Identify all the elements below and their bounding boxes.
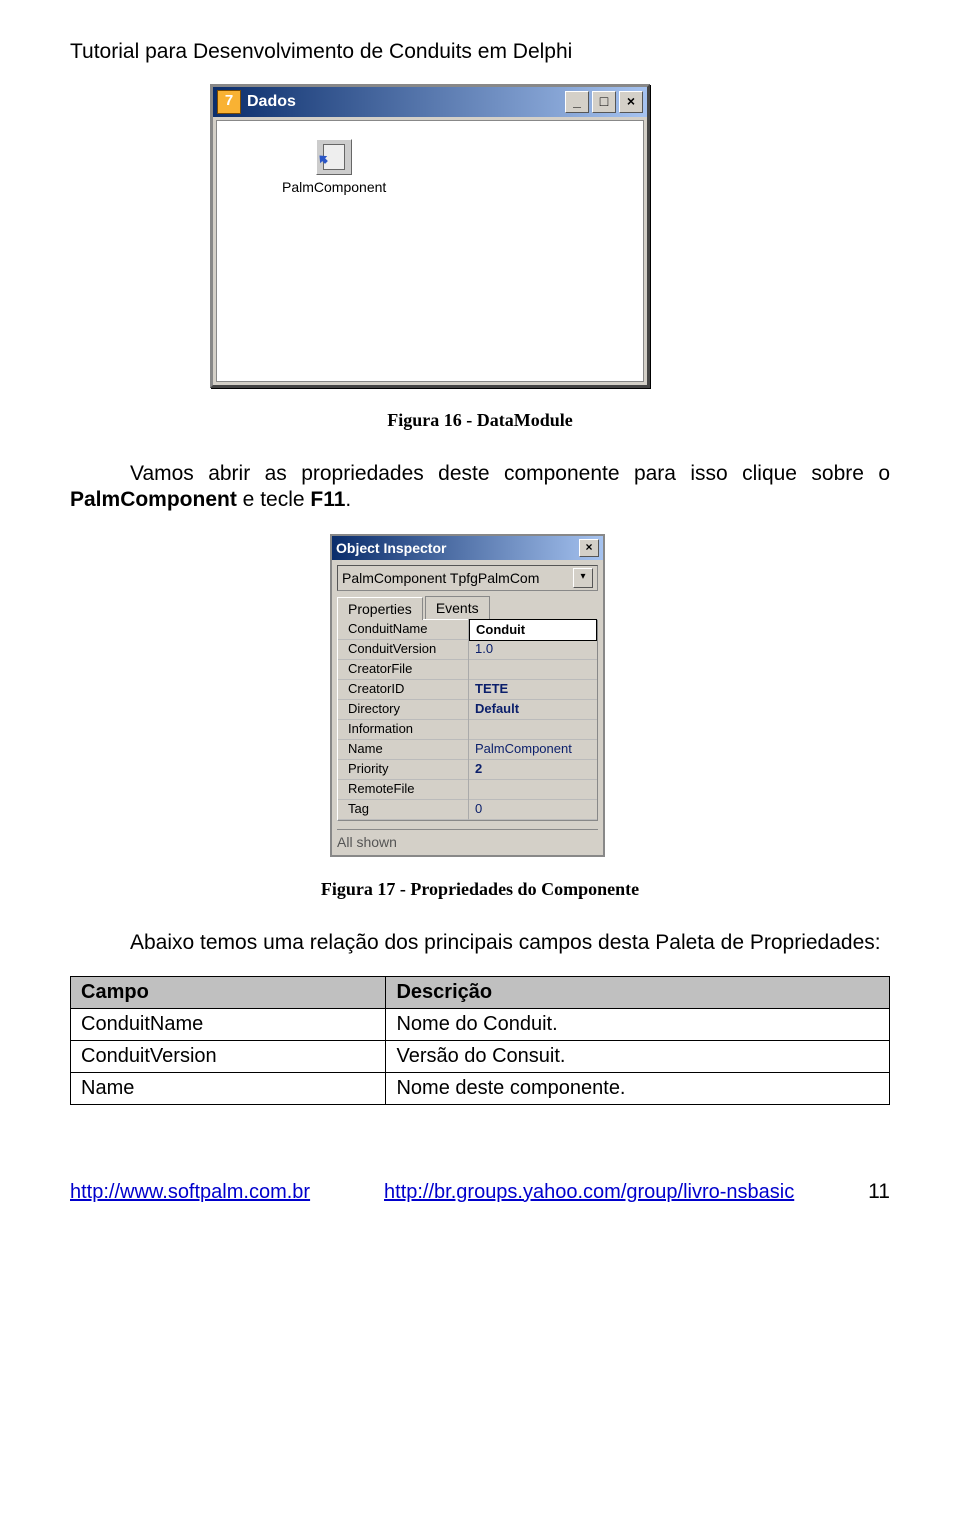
page-number: 11 — [868, 1180, 890, 1204]
properties-table: Campo Descrição ConduitName Nome do Cond… — [70, 976, 890, 1105]
close-button[interactable]: × — [619, 91, 643, 113]
dados-window-body: PalmComponent — [216, 120, 644, 382]
paragraph-2: Abaixo temos uma relação dos principais … — [70, 930, 890, 956]
inspector-property-grid: ConduitName Conduit ConduitVersion 1.0 C… — [337, 619, 598, 821]
prop-row-name[interactable]: Name PalmComponent — [338, 740, 597, 760]
paragraph-1: Vamos abrir as propriedades deste compon… — [70, 461, 890, 514]
object-inspector-window: Object Inspector × PalmComponent TpfgPal… — [330, 534, 605, 857]
table-header-descricao: Descrição — [386, 976, 890, 1008]
prop-row-information[interactable]: Information — [338, 720, 597, 740]
footer-link-softpalm[interactable]: http://www.softpalm.com.br — [70, 1181, 310, 1204]
tab-events[interactable]: Events — [425, 596, 490, 619]
dados-window: 7 Dados _ □ × PalmComponent — [210, 84, 650, 388]
inspector-object-dropdown[interactable]: PalmComponent TpfgPalmCom ▾ — [337, 565, 598, 591]
prop-row-conduitversion[interactable]: ConduitVersion 1.0 — [338, 640, 597, 660]
delphi-icon: 7 — [217, 90, 241, 114]
inspector-dropdown-label: PalmComponent TpfgPalmCom — [342, 570, 539, 586]
component-icon — [316, 139, 352, 175]
minimize-button[interactable]: _ — [565, 91, 589, 113]
dados-titlebar[interactable]: 7 Dados _ □ × — [213, 87, 647, 117]
prop-row-priority[interactable]: Priority 2 — [338, 760, 597, 780]
table-header-campo: Campo — [71, 976, 386, 1008]
table-header-row: Campo Descrição — [71, 976, 890, 1008]
footer-link-yahoo[interactable]: http://br.groups.yahoo.com/group/livro-n… — [384, 1181, 794, 1204]
palmcomponent-item[interactable]: PalmComponent — [282, 139, 386, 195]
inspector-titlebar[interactable]: Object Inspector × — [332, 536, 603, 560]
inspector-footer: All shown — [337, 829, 598, 850]
table-row: Name Nome deste componente. — [71, 1072, 890, 1104]
prop-row-creatorfile[interactable]: CreatorFile — [338, 660, 597, 680]
maximize-button[interactable]: □ — [592, 91, 616, 113]
prop-row-conduitname[interactable]: ConduitName Conduit — [338, 620, 597, 640]
inspector-title: Object Inspector — [336, 540, 579, 556]
prop-row-directory[interactable]: Directory Default — [338, 700, 597, 720]
figure17-caption: Figura 17 - Propriedades do Componente — [70, 879, 890, 900]
figure16-caption: Figura 16 - DataModule — [70, 410, 890, 431]
prop-row-tag[interactable]: Tag 0 — [338, 800, 597, 820]
page-footer: http://www.softpalm.com.br http://br.gro… — [70, 1180, 890, 1204]
prop-row-creatorid[interactable]: CreatorID TETE — [338, 680, 597, 700]
chevron-down-icon[interactable]: ▾ — [573, 568, 593, 588]
component-label: PalmComponent — [282, 179, 386, 195]
dados-window-title: Dados — [247, 93, 565, 111]
inspector-close-button[interactable]: × — [579, 539, 599, 557]
prop-row-remotefile[interactable]: RemoteFile — [338, 780, 597, 800]
tab-properties[interactable]: Properties — [337, 597, 423, 620]
table-row: ConduitVersion Versão do Consuit. — [71, 1040, 890, 1072]
table-row: ConduitName Nome do Conduit. — [71, 1008, 890, 1040]
page-header: Tutorial para Desenvolvimento de Conduit… — [70, 40, 890, 64]
